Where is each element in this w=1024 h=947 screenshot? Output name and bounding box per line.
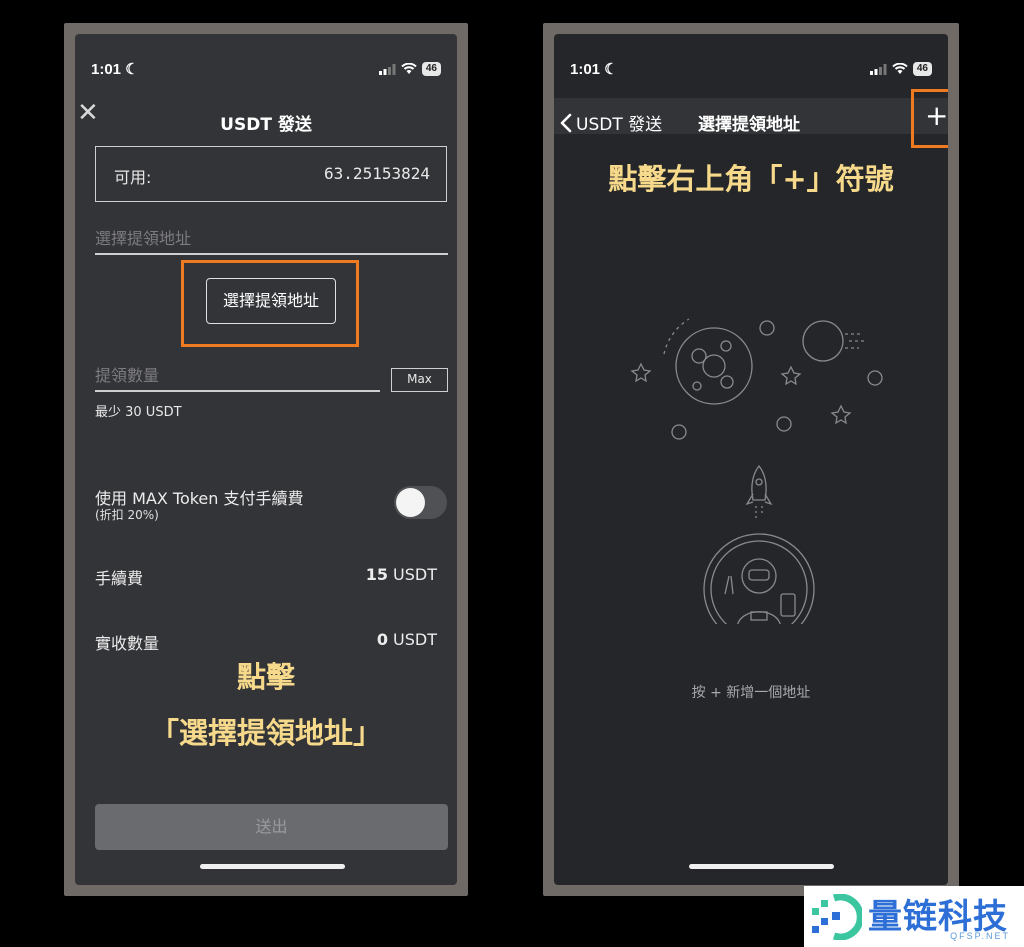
battery-icon: 46 [912,62,932,76]
add-address-button[interactable]: + [925,102,948,130]
chevron-left-icon [560,113,572,132]
received-value: 0 USDT [377,630,437,649]
home-indicator [689,864,834,869]
max-token-toggle[interactable] [394,486,447,519]
brand-site: QFSP.NET [950,931,1010,941]
submit-button[interactable]: 送出 [95,804,448,850]
annotation-line2: 「選擇提領地址」 [149,716,382,750]
status-bar: 1:01 ☾ 46 [570,60,932,82]
select-address-button[interactable]: 選擇提領地址 [206,278,336,324]
empty-state-illustration [630,318,883,624]
address-underline [95,253,448,255]
logo-mark-icon [812,894,862,940]
moon-icon: ☾ [125,61,139,78]
signal-icon [378,63,396,75]
toggle-knob [396,488,425,517]
phone-frame-left: 1:01 ☾ 46 ✕ USDT 發送 可用: 63.25153824 選擇提領… [64,23,468,896]
page-title: USDT 發送 [220,115,312,135]
page-title: 選擇提領地址 [698,115,800,135]
wifi-icon [401,63,417,74]
address-screen: 1:01 ☾ 46 USDT 發送 選擇提領地址 + 點擊右上角「+」符號 按 … [554,34,948,885]
received-label: 實收數量 [95,634,160,653]
fee-unit: USDT [387,565,437,584]
available-value: 63.25153824 [324,164,430,183]
fee-value: 15 USDT [366,565,437,584]
home-indicator [200,864,345,869]
available-balance-box: 可用: 63.25153824 [95,146,447,202]
status-time: 1:01 [570,61,601,78]
status-bar: 1:01 ☾ 46 [91,60,441,82]
received-unit: USDT [387,630,437,649]
address-field[interactable]: 選擇提領地址 [95,225,191,249]
available-label: 可用: [114,168,152,187]
back-label: USDT 發送 [576,115,663,135]
empty-hint: 按 + 新增一個地址 [691,685,811,701]
annotation-line1: 點擊 [236,660,295,694]
received-amount: 0 [376,630,388,649]
wifi-icon [892,63,908,74]
back-button[interactable]: USDT 發送 [560,110,662,135]
amount-field[interactable]: 提領數量 [95,362,159,386]
max-token-discount: (折扣 20%) [95,508,159,522]
amount-underline [95,390,380,392]
status-time: 1:01 [91,61,122,78]
signal-icon [869,63,887,75]
phone-frame-right: 1:01 ☾ 46 USDT 發送 選擇提領地址 + 點擊右上角「+」符號 按 … [543,23,959,896]
watermark-logo: 量链科技 QFSP.NET [804,886,1024,947]
max-button[interactable]: Max [391,368,448,392]
battery-icon: 46 [421,62,441,76]
fee-amount: 15 [365,565,388,584]
annotation: 點擊右上角「+」符號 [608,162,894,196]
minimum-note: 最少 30 USDT [95,405,182,420]
fee-label: 手續費 [95,569,144,588]
send-screen: 1:01 ☾ 46 ✕ USDT 發送 可用: 63.25153824 選擇提領… [75,34,457,885]
moon-icon: ☾ [604,61,618,78]
